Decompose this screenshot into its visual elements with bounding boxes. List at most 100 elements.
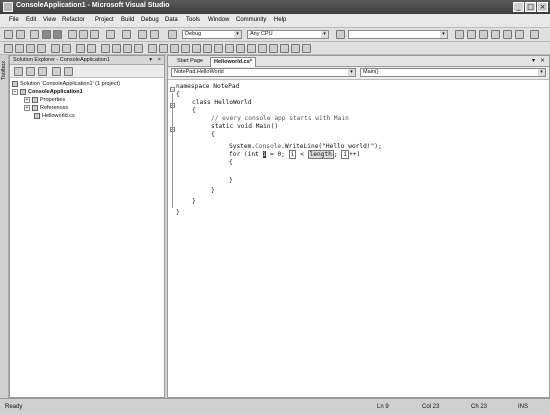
menu-help[interactable]: Help bbox=[274, 17, 286, 23]
save-icon[interactable] bbox=[42, 30, 51, 39]
layout-icon[interactable] bbox=[148, 44, 157, 53]
code-line: class HelloWorld bbox=[192, 99, 252, 106]
previous-bookmark-icon[interactable] bbox=[112, 44, 121, 53]
toggle-bookmark-icon[interactable] bbox=[101, 44, 110, 53]
class-view-icon[interactable] bbox=[515, 30, 524, 39]
comment-out-icon[interactable] bbox=[76, 44, 85, 53]
layout-icon[interactable] bbox=[269, 44, 278, 53]
tab-list-icon[interactable]: ▾ bbox=[532, 57, 535, 64]
minimize-button[interactable]: _ bbox=[513, 2, 524, 12]
expand-icon[interactable]: + bbox=[24, 104, 30, 111]
maximize-button[interactable]: □ bbox=[525, 2, 536, 12]
layout-icon[interactable] bbox=[302, 44, 311, 53]
code-line: { bbox=[229, 159, 233, 166]
solution-explorer-icon[interactable] bbox=[455, 30, 464, 39]
layout-icon[interactable] bbox=[225, 44, 234, 53]
menu-data[interactable]: Data bbox=[165, 17, 178, 23]
close-button[interactable]: × bbox=[537, 2, 548, 12]
snippet-field[interactable]: length bbox=[307, 150, 334, 159]
tree-item-solution[interactable]: Solution 'ConsoleApplication1' (1 projec… bbox=[12, 80, 120, 88]
add-item-icon[interactable] bbox=[16, 30, 25, 39]
menu-debug[interactable]: Debug bbox=[141, 17, 159, 23]
open-icon[interactable] bbox=[30, 30, 39, 39]
layout-icon[interactable] bbox=[247, 44, 256, 53]
tab-start-page[interactable]: Start Page bbox=[174, 57, 206, 66]
outline-collapse-icon[interactable]: − bbox=[170, 87, 175, 92]
undo-icon[interactable] bbox=[106, 30, 115, 39]
start-page-icon[interactable] bbox=[503, 30, 512, 39]
layout-icon[interactable] bbox=[258, 44, 267, 53]
collapse-icon[interactable]: − bbox=[12, 88, 18, 95]
new-project-icon[interactable] bbox=[4, 30, 13, 39]
save-all-icon[interactable] bbox=[53, 30, 62, 39]
clear-bookmarks-icon[interactable] bbox=[134, 44, 143, 53]
find-combo[interactable]: ▾ bbox=[348, 30, 448, 39]
tree-item-helloworld-cs[interactable]: Helloworld.cs bbox=[34, 112, 75, 120]
properties-icon[interactable] bbox=[467, 30, 476, 39]
menu-project[interactable]: Project bbox=[95, 17, 114, 23]
toolbar-options-icon[interactable] bbox=[530, 30, 539, 39]
expand-icon[interactable]: + bbox=[24, 96, 30, 103]
chevron-down-icon: ▾ bbox=[538, 69, 545, 76]
folder-icon bbox=[32, 96, 38, 103]
redo-icon[interactable] bbox=[122, 30, 131, 39]
close-document-icon[interactable]: × bbox=[540, 57, 545, 64]
tree-item-properties[interactable]: + Properties bbox=[24, 96, 65, 104]
solution-platform-select[interactable]: Any CPU ▾ bbox=[247, 30, 329, 39]
tree-item-project[interactable]: − ConsoleApplication1 bbox=[12, 88, 83, 96]
menu-refactor[interactable]: Refactor bbox=[62, 17, 85, 23]
code-line: } bbox=[211, 187, 215, 194]
paste-icon[interactable] bbox=[90, 30, 99, 39]
layout-icon[interactable] bbox=[214, 44, 223, 53]
window-title: ConsoleApplication1 - Microsoft Visual S… bbox=[16, 2, 170, 9]
properties-icon[interactable] bbox=[14, 67, 23, 76]
navigate-forward-icon[interactable] bbox=[150, 30, 159, 39]
decrease-indent-icon[interactable] bbox=[51, 44, 60, 53]
display-word-completion-icon[interactable] bbox=[37, 44, 46, 53]
refresh-icon[interactable] bbox=[38, 67, 47, 76]
copy-icon[interactable] bbox=[79, 30, 88, 39]
menu-view[interactable]: View bbox=[43, 17, 56, 23]
layout-icon[interactable] bbox=[291, 44, 300, 53]
project-icon bbox=[20, 88, 26, 95]
solution-configuration-select[interactable]: Debug ▾ bbox=[182, 30, 242, 39]
next-bookmark-icon[interactable] bbox=[123, 44, 132, 53]
cut-icon[interactable] bbox=[68, 30, 77, 39]
menu-community[interactable]: Community bbox=[236, 17, 266, 23]
uncomment-icon[interactable] bbox=[87, 44, 96, 53]
pin-icon[interactable]: ▾ bbox=[149, 56, 152, 65]
toolbox-tab[interactable]: Toolbox bbox=[0, 55, 9, 398]
navigate-back-icon[interactable] bbox=[138, 30, 147, 39]
menu-build[interactable]: Build bbox=[121, 17, 134, 23]
layout-icon[interactable] bbox=[170, 44, 179, 53]
object-browser-icon[interactable] bbox=[479, 30, 488, 39]
layout-icon[interactable] bbox=[181, 44, 190, 53]
start-debugging-icon[interactable] bbox=[168, 30, 177, 39]
cs-file-icon bbox=[34, 112, 40, 119]
view-code-icon[interactable] bbox=[52, 67, 61, 76]
menu-tools[interactable]: Tools bbox=[186, 17, 200, 23]
menu-file[interactable]: File bbox=[9, 17, 19, 23]
tree-item-references[interactable]: + References bbox=[24, 104, 68, 112]
status-bar: Ready Ln 9 Col 23 Ch 23 INS bbox=[0, 398, 550, 415]
menu-window[interactable]: Window bbox=[208, 17, 229, 23]
snippet-field[interactable]: i bbox=[341, 150, 350, 159]
display-object-member-list-icon[interactable] bbox=[4, 44, 13, 53]
layout-icon[interactable] bbox=[203, 44, 212, 53]
tab-helloworld-cs[interactable]: Helloworld.cs* bbox=[210, 57, 256, 67]
display-parameter-info-icon[interactable] bbox=[15, 44, 24, 53]
layout-icon[interactable] bbox=[236, 44, 245, 53]
menu-edit[interactable]: Edit bbox=[26, 17, 36, 23]
close-icon[interactable]: × bbox=[158, 56, 161, 65]
layout-icon[interactable] bbox=[192, 44, 201, 53]
display-quick-info-icon[interactable] bbox=[26, 44, 35, 53]
view-class-diagram-icon[interactable] bbox=[64, 67, 73, 76]
increase-indent-icon[interactable] bbox=[62, 44, 71, 53]
find-icon[interactable] bbox=[336, 30, 345, 39]
toolbox-icon[interactable] bbox=[491, 30, 500, 39]
types-select[interactable]: NotePad.HelloWorld ▾ bbox=[171, 68, 356, 77]
show-all-files-icon[interactable] bbox=[26, 67, 35, 76]
members-select[interactable]: Main() ▾ bbox=[360, 68, 546, 77]
layout-icon[interactable] bbox=[159, 44, 168, 53]
layout-icon[interactable] bbox=[280, 44, 289, 53]
